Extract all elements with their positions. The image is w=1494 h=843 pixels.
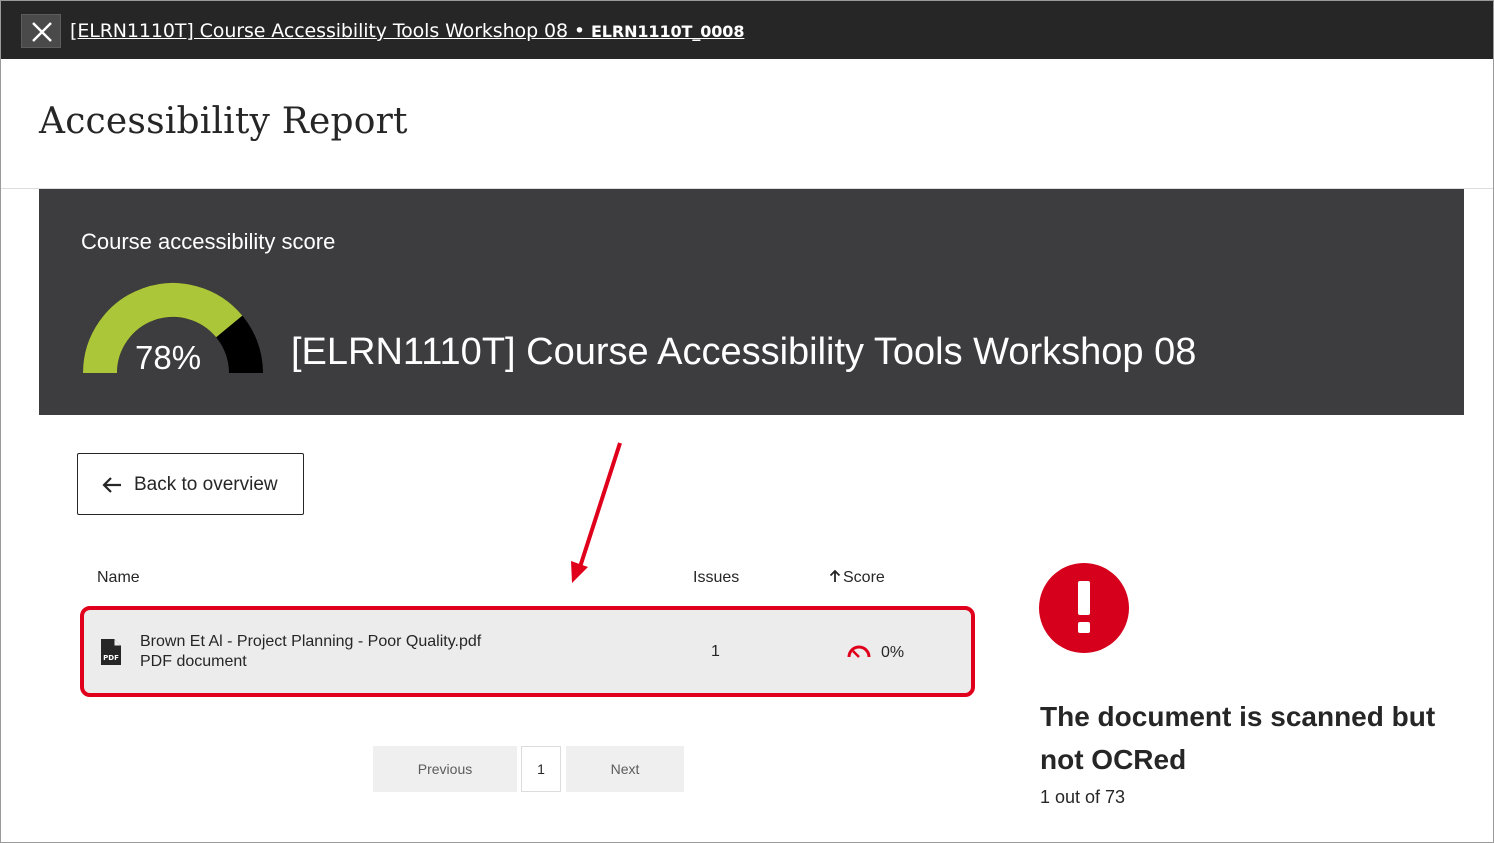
score-meter-icon	[847, 645, 871, 658]
pagination-next-button[interactable]: Next	[566, 746, 684, 792]
course-score-banner: Course accessibility score 78% [ELRN1110…	[39, 189, 1464, 415]
table-row[interactable]: PDF Brown Et Al - Project Planning - Poo…	[80, 606, 975, 697]
breadcrumb-course-code: ELRN1110T_0008	[590, 22, 745, 41]
course-score-label: Course accessibility score	[81, 229, 336, 254]
file-type: PDF document	[140, 653, 247, 670]
column-header-score-label: Score	[843, 569, 885, 586]
file-score-value: 0%	[881, 644, 905, 661]
breadcrumb-course-link[interactable]: [ELRN1110T] Course Accessibility Tools W…	[70, 20, 744, 42]
issue-title: The document is scanned but not OCRed	[1040, 701, 1436, 775]
course-score-value: 78%	[135, 339, 202, 376]
back-to-overview-button[interactable]: Back to overview	[77, 453, 304, 515]
sort-ascending-icon	[829, 569, 841, 582]
pdf-file-icon: PDF	[101, 639, 121, 665]
pagination-previous-button[interactable]: Previous	[373, 746, 517, 792]
column-header-issues: Issues	[693, 569, 740, 586]
close-icon	[32, 22, 52, 42]
alert-icon	[1039, 563, 1129, 653]
page-title: Accessibility Report	[39, 101, 408, 142]
pagination-page-1[interactable]: 1	[521, 746, 561, 792]
arrow-left-icon	[102, 477, 121, 493]
file-name: Brown Et Al - Project Planning - Poor Qu…	[140, 633, 482, 650]
issue-count: 1 out of 73	[1040, 787, 1126, 807]
course-name: [ELRN1110T] Course Accessibility Tools W…	[291, 331, 1197, 373]
column-header-name: Name	[97, 569, 140, 586]
svg-text:PDF: PDF	[103, 654, 119, 662]
top-bar: [ELRN1110T] Course Accessibility Tools W…	[1, 1, 1493, 59]
annotation-arrow-icon	[571, 442, 622, 583]
file-issues-count: 1	[711, 643, 720, 660]
breadcrumb-course-title: [ELRN1110T] Course Accessibility Tools W…	[70, 20, 568, 42]
close-button[interactable]	[21, 14, 61, 48]
back-to-overview-label: Back to overview	[134, 474, 278, 495]
breadcrumb-separator: •	[567, 20, 591, 42]
column-header-score[interactable]: Score	[829, 569, 885, 587]
